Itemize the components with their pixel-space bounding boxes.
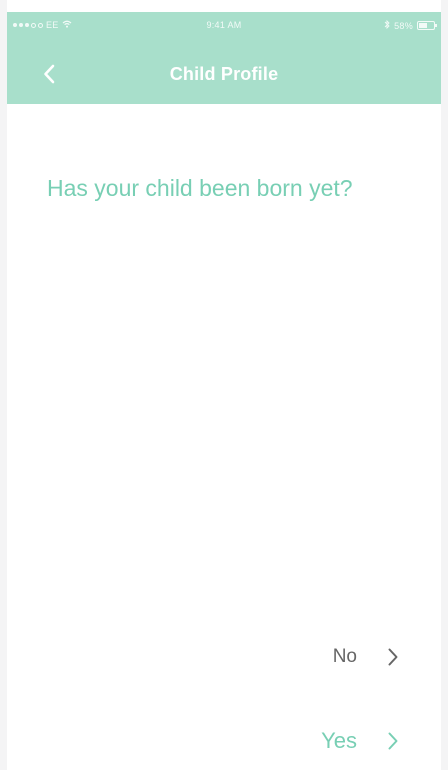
page-title: Child Profile [169,64,279,84]
header: EE 9:41 AM 58% Child Profile [7,12,441,104]
status-bar: EE 9:41 AM 58% [7,12,441,38]
status-right: 58% [384,19,437,31]
nav-bar: Child Profile [7,50,441,98]
battery-icon [417,21,437,30]
chevron-right-icon [387,731,399,751]
bluetooth-icon [384,19,390,31]
status-time: 9:41 AM [206,20,242,30]
right-margin [441,0,448,770]
option-yes-label: Yes [321,728,357,753]
option-no-label: No [332,646,357,667]
battery-fill [419,23,428,28]
option-yes-button[interactable]: Yes [321,728,399,754]
battery-percent: 58% [394,20,413,31]
main-content: Has your child been born yet? No Yes [7,104,441,770]
child-profile-screen: EE 9:41 AM 58% Child Profile Has your ch… [0,0,448,770]
option-no-button[interactable]: No [333,646,399,668]
left-margin [0,0,7,770]
question-text: Has your child been born yet? [47,175,353,201]
chevron-right-icon [387,647,399,667]
